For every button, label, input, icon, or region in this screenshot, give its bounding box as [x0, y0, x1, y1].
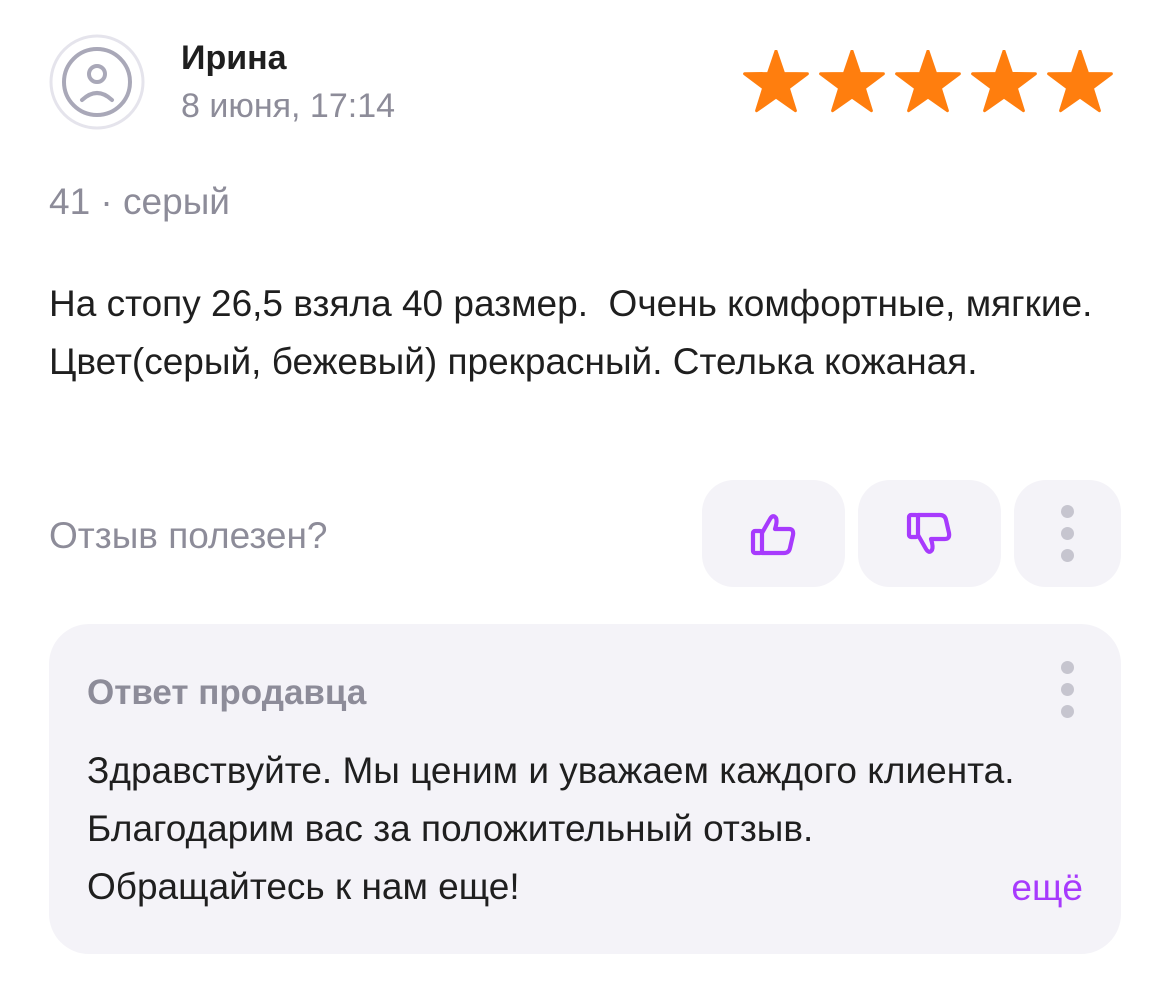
star-icon	[819, 50, 885, 113]
more-vertical-icon	[1061, 505, 1074, 562]
product-variant: 41 · серый	[49, 181, 230, 222]
expand-reply-link[interactable]: ещё	[1011, 864, 1083, 912]
seller-reply-text: Здравствуйте. Мы ценим и уважаем каждого…	[87, 750, 1015, 907]
thumbs-down-icon	[906, 512, 951, 554]
thumbs-up-icon	[750, 513, 795, 555]
seller-reply-title: Ответ продавца	[87, 673, 367, 712]
review-date: 8 июня, 17:14	[181, 87, 396, 125]
more-vertical-icon	[1060, 660, 1074, 718]
seller-reply-block: Ответ продавца Здравствуйте. Мы ценим и …	[49, 624, 1121, 954]
helpful-question: Отзыв полезен?	[49, 515, 328, 556]
star-icon	[1047, 50, 1113, 113]
like-button[interactable]	[702, 480, 845, 587]
star-icon	[743, 50, 809, 113]
avatar-user-icon	[49, 34, 145, 130]
star-icon	[971, 50, 1037, 113]
seller-reply-more-button[interactable]	[1055, 658, 1079, 720]
author-name: Ирина	[181, 39, 287, 77]
rating-stars	[738, 50, 1118, 114]
review-card: Ирина 8 июня, 17:14 41 · серый На стопу …	[0, 0, 1170, 993]
star-icon	[895, 50, 961, 113]
text-fade-overlay	[669, 858, 789, 916]
review-more-button[interactable]	[1014, 480, 1121, 587]
dislike-button[interactable]	[858, 480, 1001, 587]
review-text: На стопу 26,5 взяла 40 размер. Очень ком…	[49, 283, 1103, 382]
